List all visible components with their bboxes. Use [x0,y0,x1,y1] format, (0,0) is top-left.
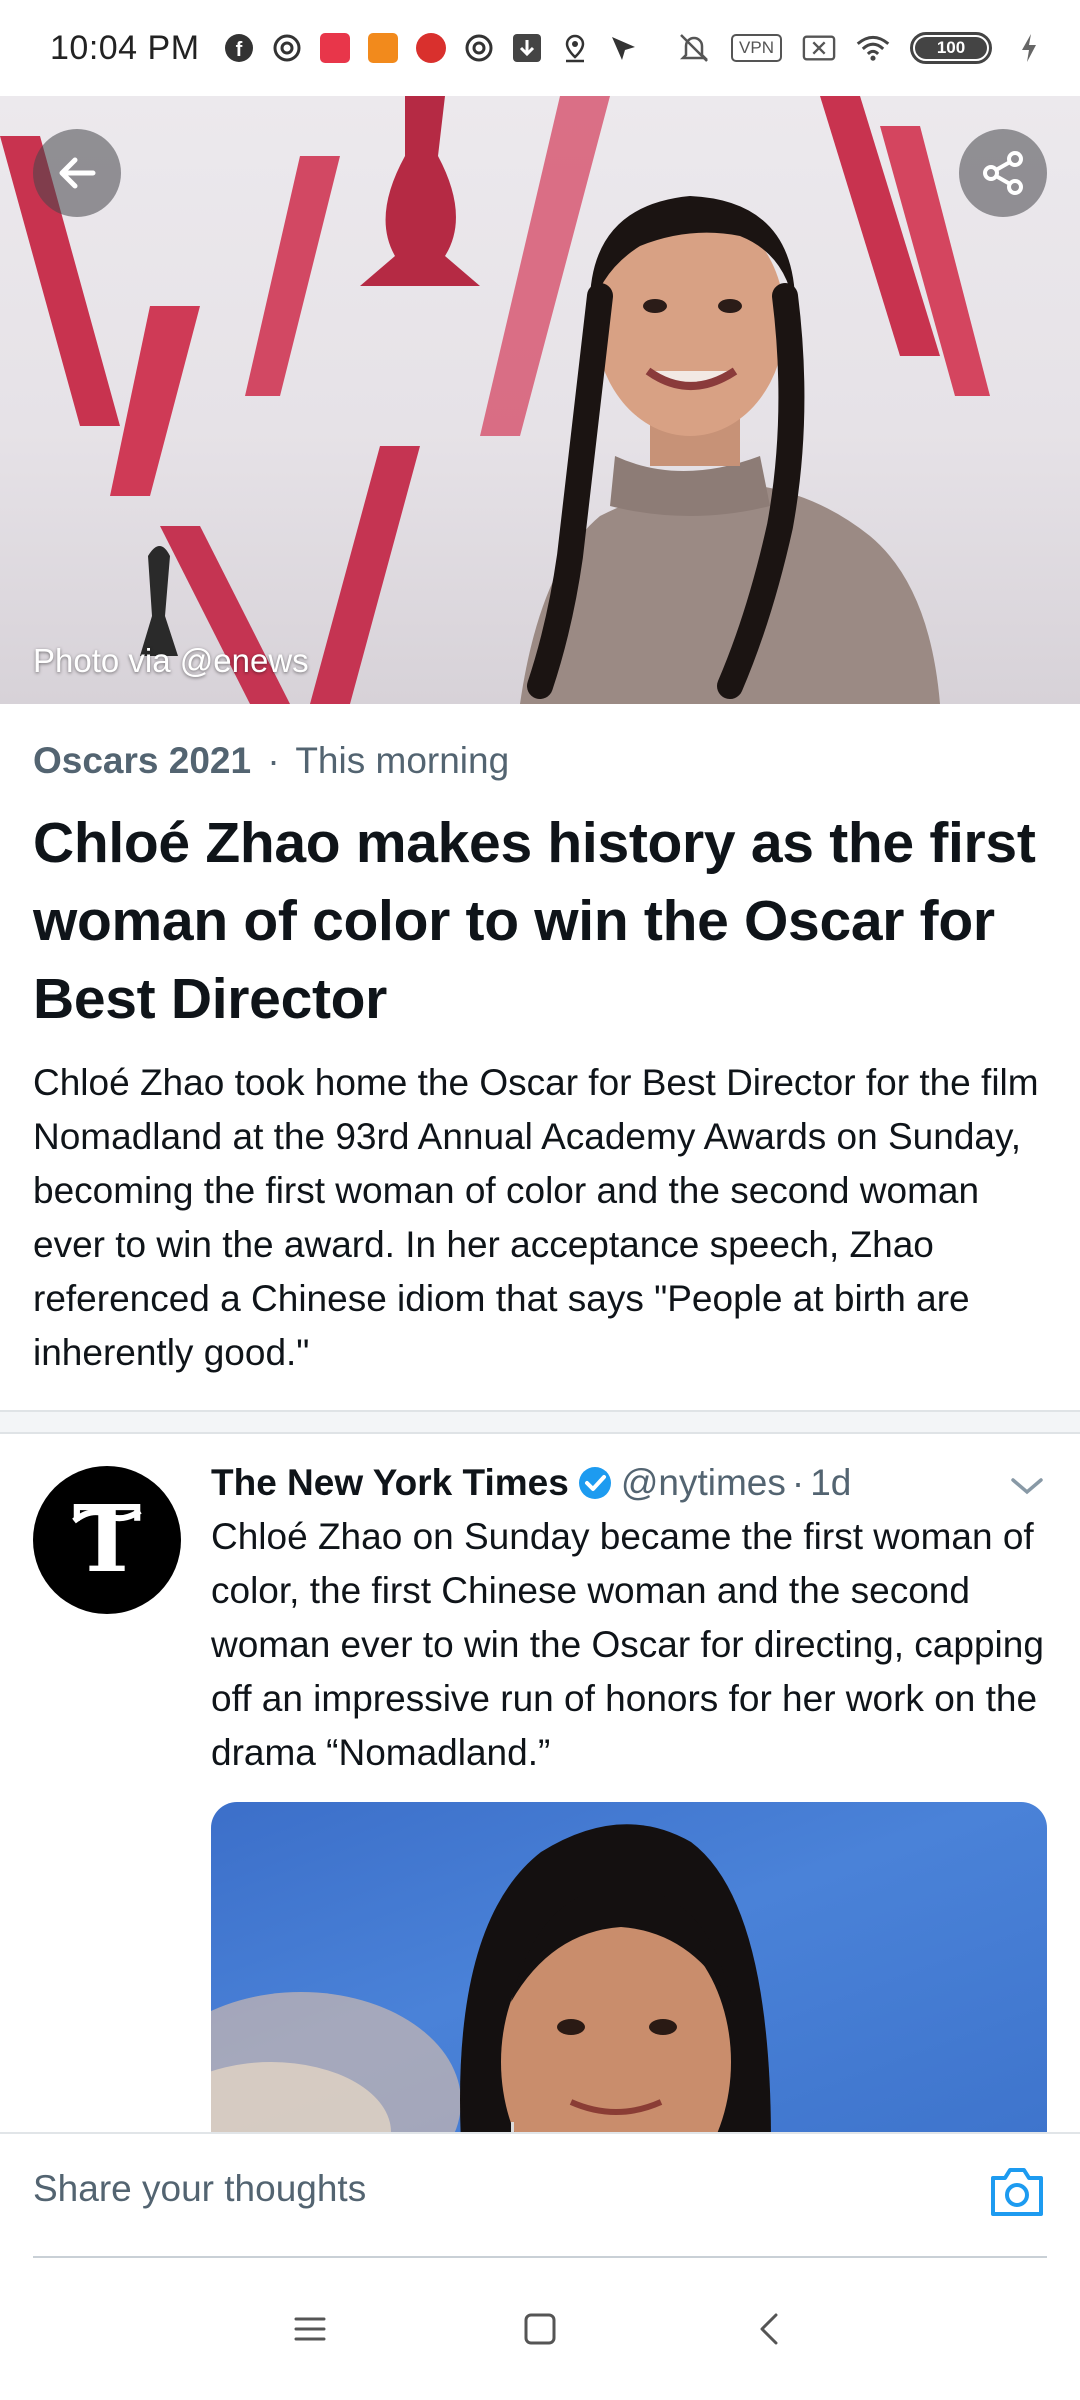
status-bar: 10:04 PM f VPN 100 [0,0,1080,96]
tweet-media-image[interactable] [211,1802,1047,2134]
at-sign-icon [462,31,496,65]
back-button[interactable] [33,129,121,217]
photo-credit: Photo via @enews [33,642,309,679]
share-button[interactable] [959,129,1047,217]
camera-button[interactable] [987,2164,1047,2220]
back-nav-button[interactable] [740,2299,800,2359]
camera-icon [991,2168,1043,2216]
moment-article: Oscars 2021 · This morning Chloé Zhao ma… [33,740,1047,1380]
app-orange-icon [366,31,400,65]
tweet-body: The New York Times @nytimes · 1d Chloé Z… [211,1462,1047,2134]
status-time: 10:04 PM [50,28,200,67]
verified-badge-icon [577,1465,613,1501]
svg-text:T: T [73,1485,141,1593]
app-red-icon [318,31,352,65]
wifi-icon [856,31,890,65]
system-status-icons: VPN 100 [677,31,1046,65]
recent-apps-button[interactable] [280,2299,340,2359]
article-time: This morning [295,740,510,781]
battery-level: 100 [915,37,987,59]
tweet-photo-illustration [211,1824,771,2134]
square-icon [524,2313,556,2345]
hero-photo-illustration [0,96,990,704]
article-headline: Chloé Zhao makes history as the first wo… [33,811,1036,1031]
app-red-seal-icon [414,31,448,65]
svg-text:f: f [235,39,242,61]
send-icon [606,31,640,65]
menu-icon [294,2317,326,2341]
tweet-separator: · [791,1462,805,1503]
chevron-down-icon[interactable] [1007,1466,1047,1515]
download-icon [510,31,544,65]
nyt-logo-icon: T [72,1485,142,1593]
at-sign-icon [270,31,304,65]
charging-icon [1012,31,1046,65]
article-meta: Oscars 2021 · This morning [33,740,1047,782]
article-summary: Chloé Zhao took home the Oscar for Best … [33,1062,1039,1373]
section-divider [0,1410,1080,1434]
vpn-badge: VPN [731,34,782,62]
arrow-left-icon [59,157,96,189]
mute-bell-icon [677,31,711,65]
article-topic[interactable]: Oscars 2021 [33,740,251,781]
share-thoughts-input[interactable]: Share your thoughts [33,2168,993,2210]
tweet[interactable]: T The New York Times @nytimes · 1d Chloé… [0,1434,1080,2134]
hero-image: Photo via @enews [0,96,1080,704]
system-nav-bar [0,2258,1080,2400]
reply-bar: Share your thoughts [0,2132,1080,2258]
avatar[interactable]: T [33,1466,181,1614]
battery-indicator: 100 [910,32,992,64]
home-button[interactable] [510,2299,570,2359]
tweet-handle[interactable]: @nytimes [621,1462,786,1504]
meta-separator: · [267,740,280,781]
tweet-text: Chloé Zhao on Sunday became the first wo… [211,1516,1044,1773]
tweet-header: The New York Times @nytimes · 1d [211,1462,1047,1504]
facebook-icon: f [222,31,256,65]
chevron-left-icon [760,2313,778,2345]
tweet-age: 1d [810,1462,852,1503]
notification-icons: f [222,31,640,65]
tweet-author-name[interactable]: The New York Times [211,1462,569,1504]
no-sim-icon [802,31,836,65]
location-pin-icon [558,31,592,65]
share-icon [983,151,1023,195]
